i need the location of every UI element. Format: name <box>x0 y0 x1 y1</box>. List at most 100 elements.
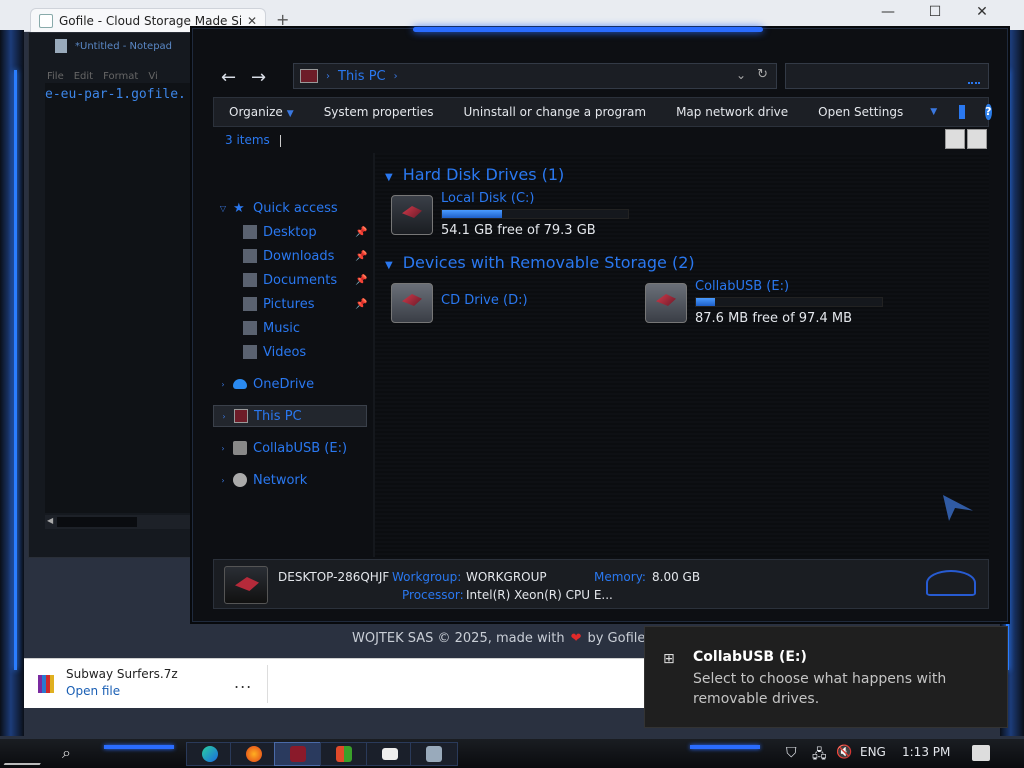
drive-collabusb-e[interactable]: CollabUSB (E:) 87.6 MB free of 97.4 MB <box>645 279 895 329</box>
breadcrumb-chevron-icon[interactable]: › <box>394 71 398 82</box>
computer-icon <box>234 409 248 423</box>
maximize-button[interactable]: ☐ <box>925 4 945 20</box>
file-explorer-icon <box>290 746 306 762</box>
breadcrumb-this-pc[interactable]: This PC <box>338 69 386 84</box>
usb-drive-icon <box>233 441 247 455</box>
collapse-chevron-icon[interactable]: ▼ <box>385 172 393 183</box>
sidebar-item-label: Desktop <box>263 224 317 240</box>
search-icon <box>968 81 980 84</box>
sidebar-item-quick-access[interactable]: ▽ ★ Quick access <box>213 197 338 219</box>
videos-folder-icon <box>243 345 257 359</box>
pin-icon[interactable]: 📌 <box>355 275 367 286</box>
autoplay-notification[interactable]: ⊞ CollabUSB (E:) Select to choose what h… <box>644 626 1008 728</box>
large-icons-view-icon[interactable] <box>967 129 987 149</box>
pin-icon[interactable]: 📌 <box>355 227 367 238</box>
language-indicator[interactable]: ENG <box>860 745 886 759</box>
group-header-label: Hard Disk Drives (1) <box>402 165 565 184</box>
new-tab-button[interactable]: + <box>276 10 289 29</box>
taskbar-edge[interactable] <box>186 742 234 766</box>
start-button[interactable] <box>3 743 53 765</box>
sidebar-item-music[interactable]: Music <box>243 317 300 339</box>
chevron-down-icon: ▼ <box>286 109 294 119</box>
details-view-icon[interactable] <box>945 129 965 149</box>
expand-chevron-icon[interactable]: › <box>214 412 234 421</box>
taskbar-notepad[interactable] <box>410 742 458 766</box>
horizontal-scrollbar[interactable]: ◀ <box>45 515 209 529</box>
pin-icon[interactable]: 📌 <box>355 251 367 262</box>
group-header-hard-disk-drives[interactable]: ▼ Hard Disk Drives (1) <box>385 165 564 184</box>
map-network-drive-button[interactable]: Map network drive <box>661 105 803 119</box>
uninstall-program-button[interactable]: Uninstall or change a program <box>449 105 662 119</box>
sidebar-item-videos[interactable]: Videos <box>243 341 306 363</box>
back-arrow-icon[interactable]: ← <box>221 67 236 88</box>
chevron-down-icon[interactable]: ⌄ <box>736 68 746 82</box>
sidebar-item-this-pc[interactable]: › This PC <box>213 405 367 427</box>
more-options-icon[interactable]: ... <box>234 673 252 692</box>
shield-icon[interactable]: ⛉ <box>786 745 797 761</box>
collapse-chevron-icon[interactable]: ▼ <box>385 260 393 271</box>
preview-pane-icon[interactable] <box>959 105 966 119</box>
system-properties-button[interactable]: System properties <box>309 105 449 119</box>
taskbar-glow-decoration <box>104 745 174 749</box>
network-tray-icon[interactable]: 🖧 <box>812 745 827 767</box>
notepad-text-area[interactable] <box>45 83 209 513</box>
taskbar-file-explorer[interactable] <box>274 742 322 766</box>
open-settings-button[interactable]: Open Settings <box>803 105 918 119</box>
taskbar-mail[interactable] <box>366 742 414 766</box>
menu-format[interactable]: Format <box>103 71 138 82</box>
drive-free-space: 54.1 GB free of 79.3 GB <box>441 223 596 238</box>
group-header-removable-storage[interactable]: ▼ Devices with Removable Storage (2) <box>385 253 695 272</box>
sidebar-item-label: Downloads <box>263 248 335 264</box>
mail-icon <box>382 748 398 760</box>
usb-drive-icon <box>645 283 687 323</box>
computer-icon <box>224 566 268 604</box>
drive-cd-d[interactable]: CD Drive (D:) <box>391 279 641 329</box>
scrollbar-thumb[interactable] <box>57 517 137 527</box>
clock[interactable]: 1:13 PM <box>902 745 950 759</box>
computer-name: DESKTOP-286QHJF <box>278 570 390 584</box>
menu-view[interactable]: Vi <box>148 71 157 82</box>
taskbar-firefox[interactable] <box>230 742 278 766</box>
minimize-button[interactable]: — <box>878 4 898 20</box>
notepad-window[interactable]: *Untitled - Notepad File Edit Format Vi … <box>28 32 209 558</box>
close-button[interactable]: ✕ <box>972 4 992 20</box>
sidebar-item-downloads[interactable]: Downloads 📌 <box>243 245 367 267</box>
pin-icon[interactable]: 📌 <box>355 299 367 310</box>
menu-edit[interactable]: Edit <box>74 71 93 82</box>
expand-chevron-icon[interactable]: › <box>213 380 233 389</box>
sidebar-item-label: Videos <box>263 344 307 360</box>
tab-close-icon[interactable]: ✕ <box>247 14 257 28</box>
sidebar-item-pictures[interactable]: Pictures 📌 <box>243 293 367 315</box>
scroll-left-icon[interactable]: ◀ <box>47 516 53 525</box>
sidebar-item-onedrive[interactable]: › OneDrive <box>213 373 314 395</box>
sidebar-item-network[interactable]: › Network <box>213 469 307 491</box>
download-item[interactable]: Subway Surfers.7z Open file ... <box>36 665 268 703</box>
chevron-down-icon[interactable]: ▼ <box>930 107 937 117</box>
volume-muted-icon[interactable]: 🔇 <box>836 745 852 760</box>
forward-arrow-icon[interactable]: → <box>251 67 266 88</box>
expand-chevron-icon[interactable]: ▽ <box>213 204 233 213</box>
content-pane: ▼ Hard Disk Drives (1) Local Disk (C:) 54… <box>375 153 989 557</box>
sidebar-item-desktop[interactable]: Desktop 📌 <box>243 221 367 243</box>
details-pane: DESKTOP-286QHJF Workgroup: WORKGROUP Mem… <box>213 559 989 609</box>
action-center-icon[interactable] <box>972 745 990 761</box>
cursor-divider <box>279 134 281 147</box>
drive-local-disk-c[interactable]: Local Disk (C:) 54.1 GB free of 79.3 GB <box>391 191 641 241</box>
organize-button[interactable]: Organize ▼ <box>214 105 309 119</box>
hard-drive-icon <box>391 195 433 235</box>
expand-chevron-icon[interactable]: › <box>213 476 233 485</box>
address-bar[interactable]: › This PC › ⌄ ↻ <box>293 63 777 89</box>
help-icon[interactable]: ? <box>985 104 992 120</box>
view-toggle <box>945 129 987 149</box>
memory-label: Memory: <box>594 570 646 584</box>
refresh-icon[interactable]: ↻ <box>757 67 768 82</box>
sidebar-item-collabusb[interactable]: › CollabUSB (E:) <box>213 437 347 459</box>
menu-file[interactable]: File <box>47 71 64 82</box>
search-input[interactable] <box>785 63 989 89</box>
breadcrumb-chevron-icon[interactable]: › <box>326 71 330 82</box>
search-icon[interactable]: ⌕ <box>62 743 71 763</box>
sidebar-item-documents[interactable]: Documents 📌 <box>243 269 367 291</box>
expand-chevron-icon[interactable]: › <box>213 444 233 453</box>
open-file-link[interactable]: Open file <box>66 684 120 698</box>
taskbar-store[interactable] <box>320 742 368 766</box>
